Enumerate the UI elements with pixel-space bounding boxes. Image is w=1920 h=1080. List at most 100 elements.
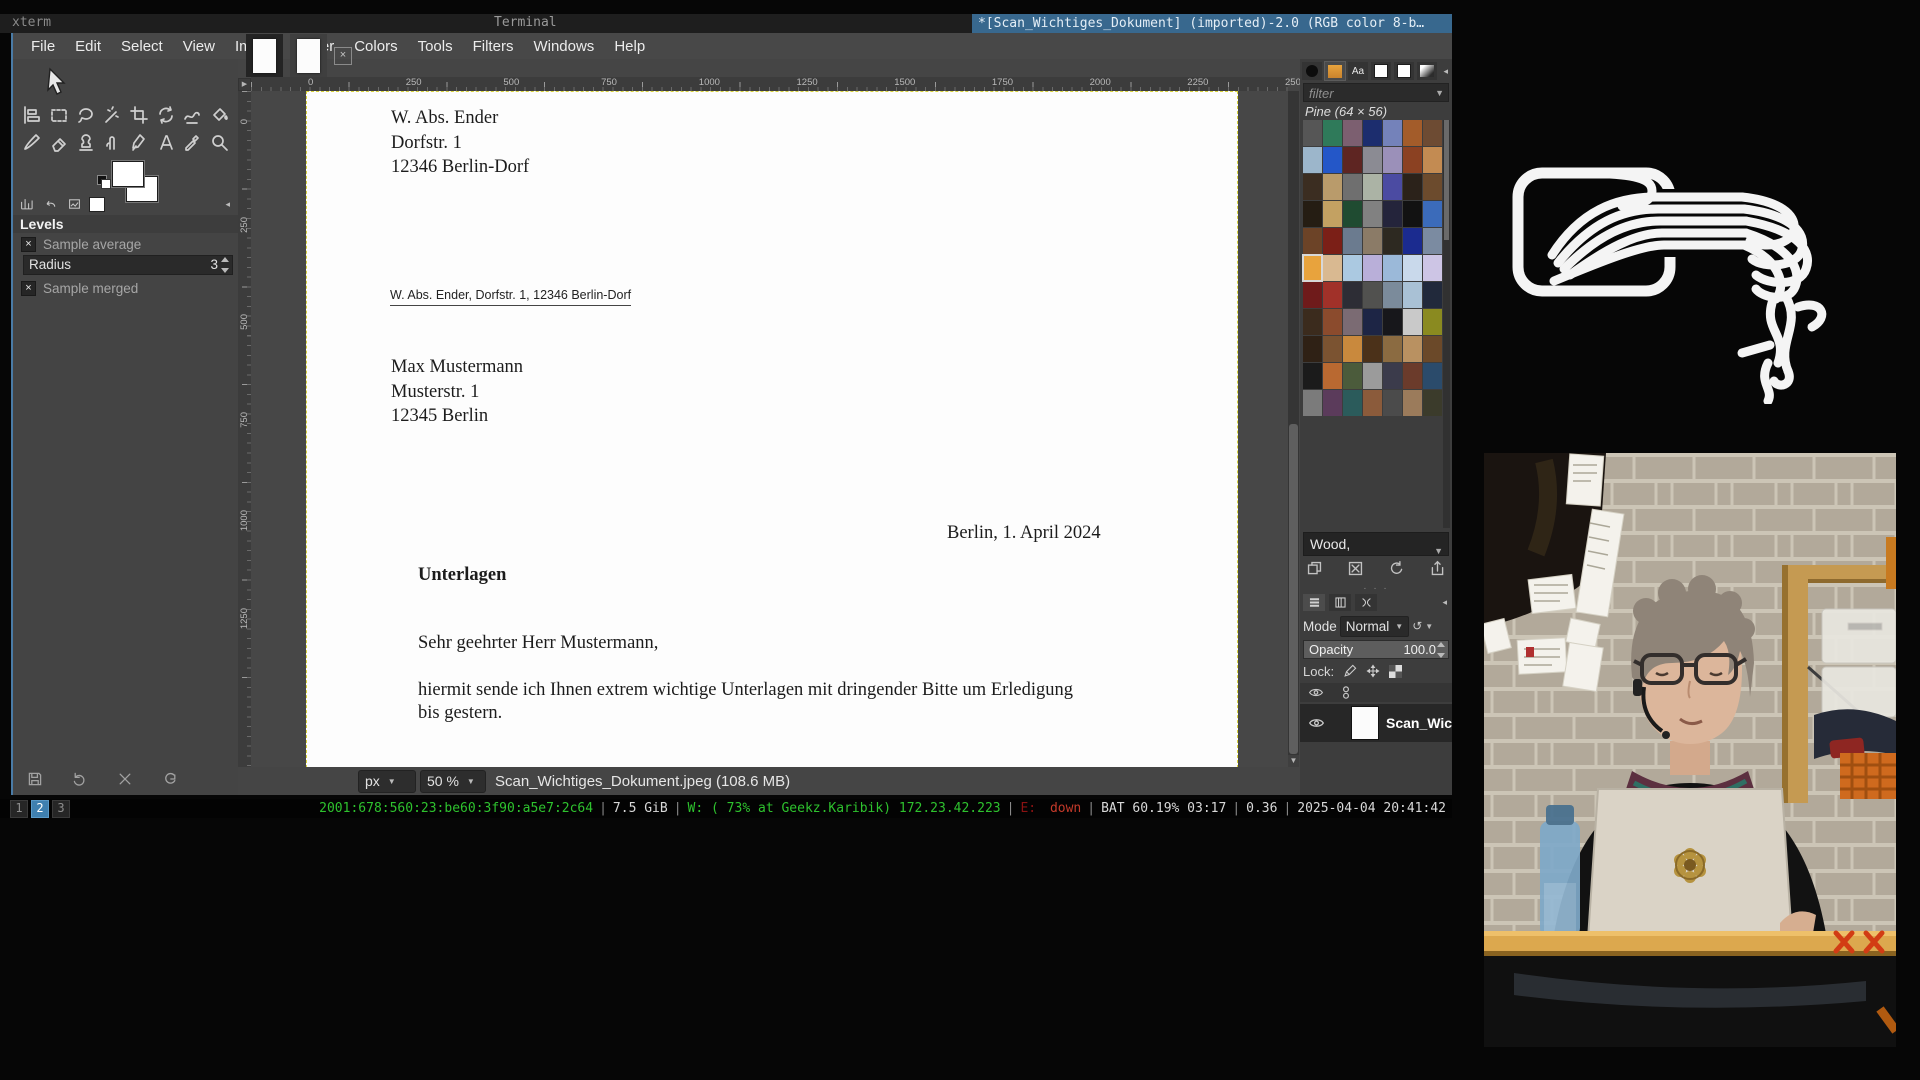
pattern-swatch[interactable] (1303, 390, 1322, 416)
pattern-swatch[interactable] (1363, 390, 1382, 416)
mode-combo[interactable]: Normal▼ (1340, 616, 1409, 637)
menu-colors[interactable]: Colors (344, 38, 407, 55)
color-picker-tool-icon[interactable] (179, 128, 206, 155)
pattern-swatch[interactable] (1303, 363, 1322, 389)
patterns-tab[interactable] (1325, 62, 1345, 80)
pattern-swatch[interactable] (1363, 309, 1382, 335)
pattern-swatch[interactable] (1343, 363, 1362, 389)
foreground-color-swatch[interactable] (112, 161, 144, 187)
mode-reset-icon[interactable]: ↺ (1412, 619, 1422, 633)
pattern-scrollbar[interactable] (1443, 120, 1450, 528)
pattern-swatch[interactable] (1343, 174, 1362, 200)
pattern-swatch[interactable] (1383, 282, 1402, 308)
reset-icon[interactable] (162, 771, 178, 792)
menu-windows[interactable]: Windows (523, 38, 604, 55)
menu-edit[interactable]: Edit (65, 38, 111, 55)
align-tool-icon[interactable] (19, 101, 46, 128)
layers-tab[interactable] (1303, 594, 1325, 611)
pattern-swatch[interactable] (1303, 282, 1322, 308)
scrollbar-thumb[interactable] (1444, 120, 1449, 240)
default-colors-icon[interactable] (97, 175, 110, 188)
pattern-swatch[interactable] (1423, 363, 1442, 389)
sample-average-checkbox[interactable]: × (21, 237, 36, 252)
pattern-swatch[interactable] (1383, 147, 1402, 173)
images-tab-icon[interactable] (65, 197, 83, 212)
chevron-down-icon[interactable]: ▼ (1425, 622, 1433, 631)
bucket-fill-tool-icon[interactable] (206, 101, 233, 128)
pattern-swatch[interactable] (1403, 363, 1422, 389)
pattern-swatch[interactable] (1403, 309, 1422, 335)
radius-field[interactable]: Radius 3 (23, 255, 233, 275)
dock-menu-arrow-icon[interactable]: ◂ (1443, 66, 1448, 77)
document-page[interactable]: W. Abs. Ender Dorfstr. 1 12346 Berlin-Do… (306, 91, 1238, 767)
pattern-swatch[interactable] (1383, 363, 1402, 389)
pattern-swatch[interactable] (1323, 228, 1342, 254)
pattern-swatch[interactable] (1323, 255, 1342, 281)
paintbrush-tool-icon[interactable] (19, 128, 46, 155)
pattern-swatch[interactable] (1343, 120, 1362, 146)
pattern-swatch[interactable] (1423, 228, 1442, 254)
pattern-swatch[interactable] (1363, 255, 1382, 281)
pattern-swatch[interactable] (1343, 390, 1362, 416)
transform-tool-icon[interactable] (152, 101, 179, 128)
pattern-swatch[interactable] (1363, 147, 1382, 173)
canvas-viewport[interactable]: W. Abs. Ender Dorfstr. 1 12346 Berlin-Do… (251, 91, 1288, 767)
pattern-swatch[interactable] (1303, 201, 1322, 227)
sample-merged-checkbox[interactable]: × (21, 281, 36, 296)
channels-tab[interactable] (1329, 594, 1351, 611)
pattern-swatch[interactable] (1323, 363, 1342, 389)
menu-view[interactable]: View (173, 38, 225, 55)
horizontal-ruler[interactable]: 02505007501000125015001750200022502500 (251, 77, 1288, 91)
radius-spinner[interactable] (221, 257, 230, 273)
menu-file[interactable]: File (21, 38, 65, 55)
pattern-swatch[interactable] (1303, 255, 1322, 281)
fonts-tab[interactable]: Aa (1348, 62, 1368, 80)
pattern-filter-input[interactable] (1307, 84, 1431, 103)
crop-tool-icon[interactable] (126, 101, 153, 128)
workspace-button-2[interactable]: 2 (31, 800, 49, 818)
pattern-swatch[interactable] (1323, 120, 1342, 146)
lock-pixels-icon[interactable] (1343, 664, 1357, 678)
pattern-swatch[interactable] (1323, 282, 1342, 308)
pattern-swatch[interactable] (1403, 336, 1422, 362)
revert-icon[interactable] (72, 771, 88, 792)
opacity-slider[interactable]: Opacity 100.0 (1303, 640, 1449, 659)
pattern-swatch[interactable] (1343, 255, 1362, 281)
pattern-swatch[interactable] (1303, 120, 1322, 146)
tab-menu-arrow-icon[interactable]: ◂ (225, 199, 230, 210)
smudge-tool-icon[interactable] (99, 128, 126, 155)
document-history-tab[interactable] (1394, 62, 1414, 80)
paths-tab[interactable] (1355, 594, 1377, 611)
pattern-swatch[interactable] (1363, 174, 1382, 200)
pattern-swatch[interactable] (1383, 309, 1402, 335)
layer-visibility-eye-icon[interactable] (1308, 716, 1325, 730)
pattern-swatch[interactable] (1403, 120, 1422, 146)
unit-combo[interactable]: px▼ (358, 770, 416, 793)
vertical-ruler[interactable]: 025050075010001250 (238, 91, 251, 767)
workspace-button-1[interactable]: 1 (10, 800, 28, 818)
image-tab-active[interactable] (246, 34, 283, 77)
pattern-swatch[interactable] (1403, 255, 1422, 281)
menu-filters[interactable]: Filters (463, 38, 524, 55)
pattern-swatch[interactable] (1383, 201, 1402, 227)
scroll-down-arrow-icon[interactable]: ▼ (1288, 755, 1299, 767)
pattern-swatch[interactable] (1423, 147, 1442, 173)
pattern-swatch[interactable] (1303, 336, 1322, 362)
pattern-swatch[interactable] (1383, 336, 1402, 362)
zoom-tool-icon[interactable] (206, 128, 233, 155)
pattern-swatch[interactable] (1363, 336, 1382, 362)
scrollbar-thumb[interactable] (1289, 424, 1298, 754)
pattern-swatch[interactable] (1383, 174, 1402, 200)
pattern-tag-entry[interactable]: Wood, ▼ (1303, 532, 1449, 556)
wm-label-terminal[interactable]: Terminal (494, 15, 557, 30)
ruler-corner-button[interactable]: ▶ (238, 78, 251, 91)
pattern-swatch[interactable] (1303, 147, 1322, 173)
pattern-swatch[interactable] (1343, 282, 1362, 308)
menu-tools[interactable]: Tools (408, 38, 463, 55)
pattern-swatch[interactable] (1383, 255, 1402, 281)
pattern-swatch[interactable] (1343, 336, 1362, 362)
refresh-icon[interactable] (1388, 560, 1405, 577)
pattern-swatch[interactable] (1363, 120, 1382, 146)
duplicate-icon[interactable] (1306, 560, 1323, 577)
delete-icon[interactable] (117, 771, 133, 792)
